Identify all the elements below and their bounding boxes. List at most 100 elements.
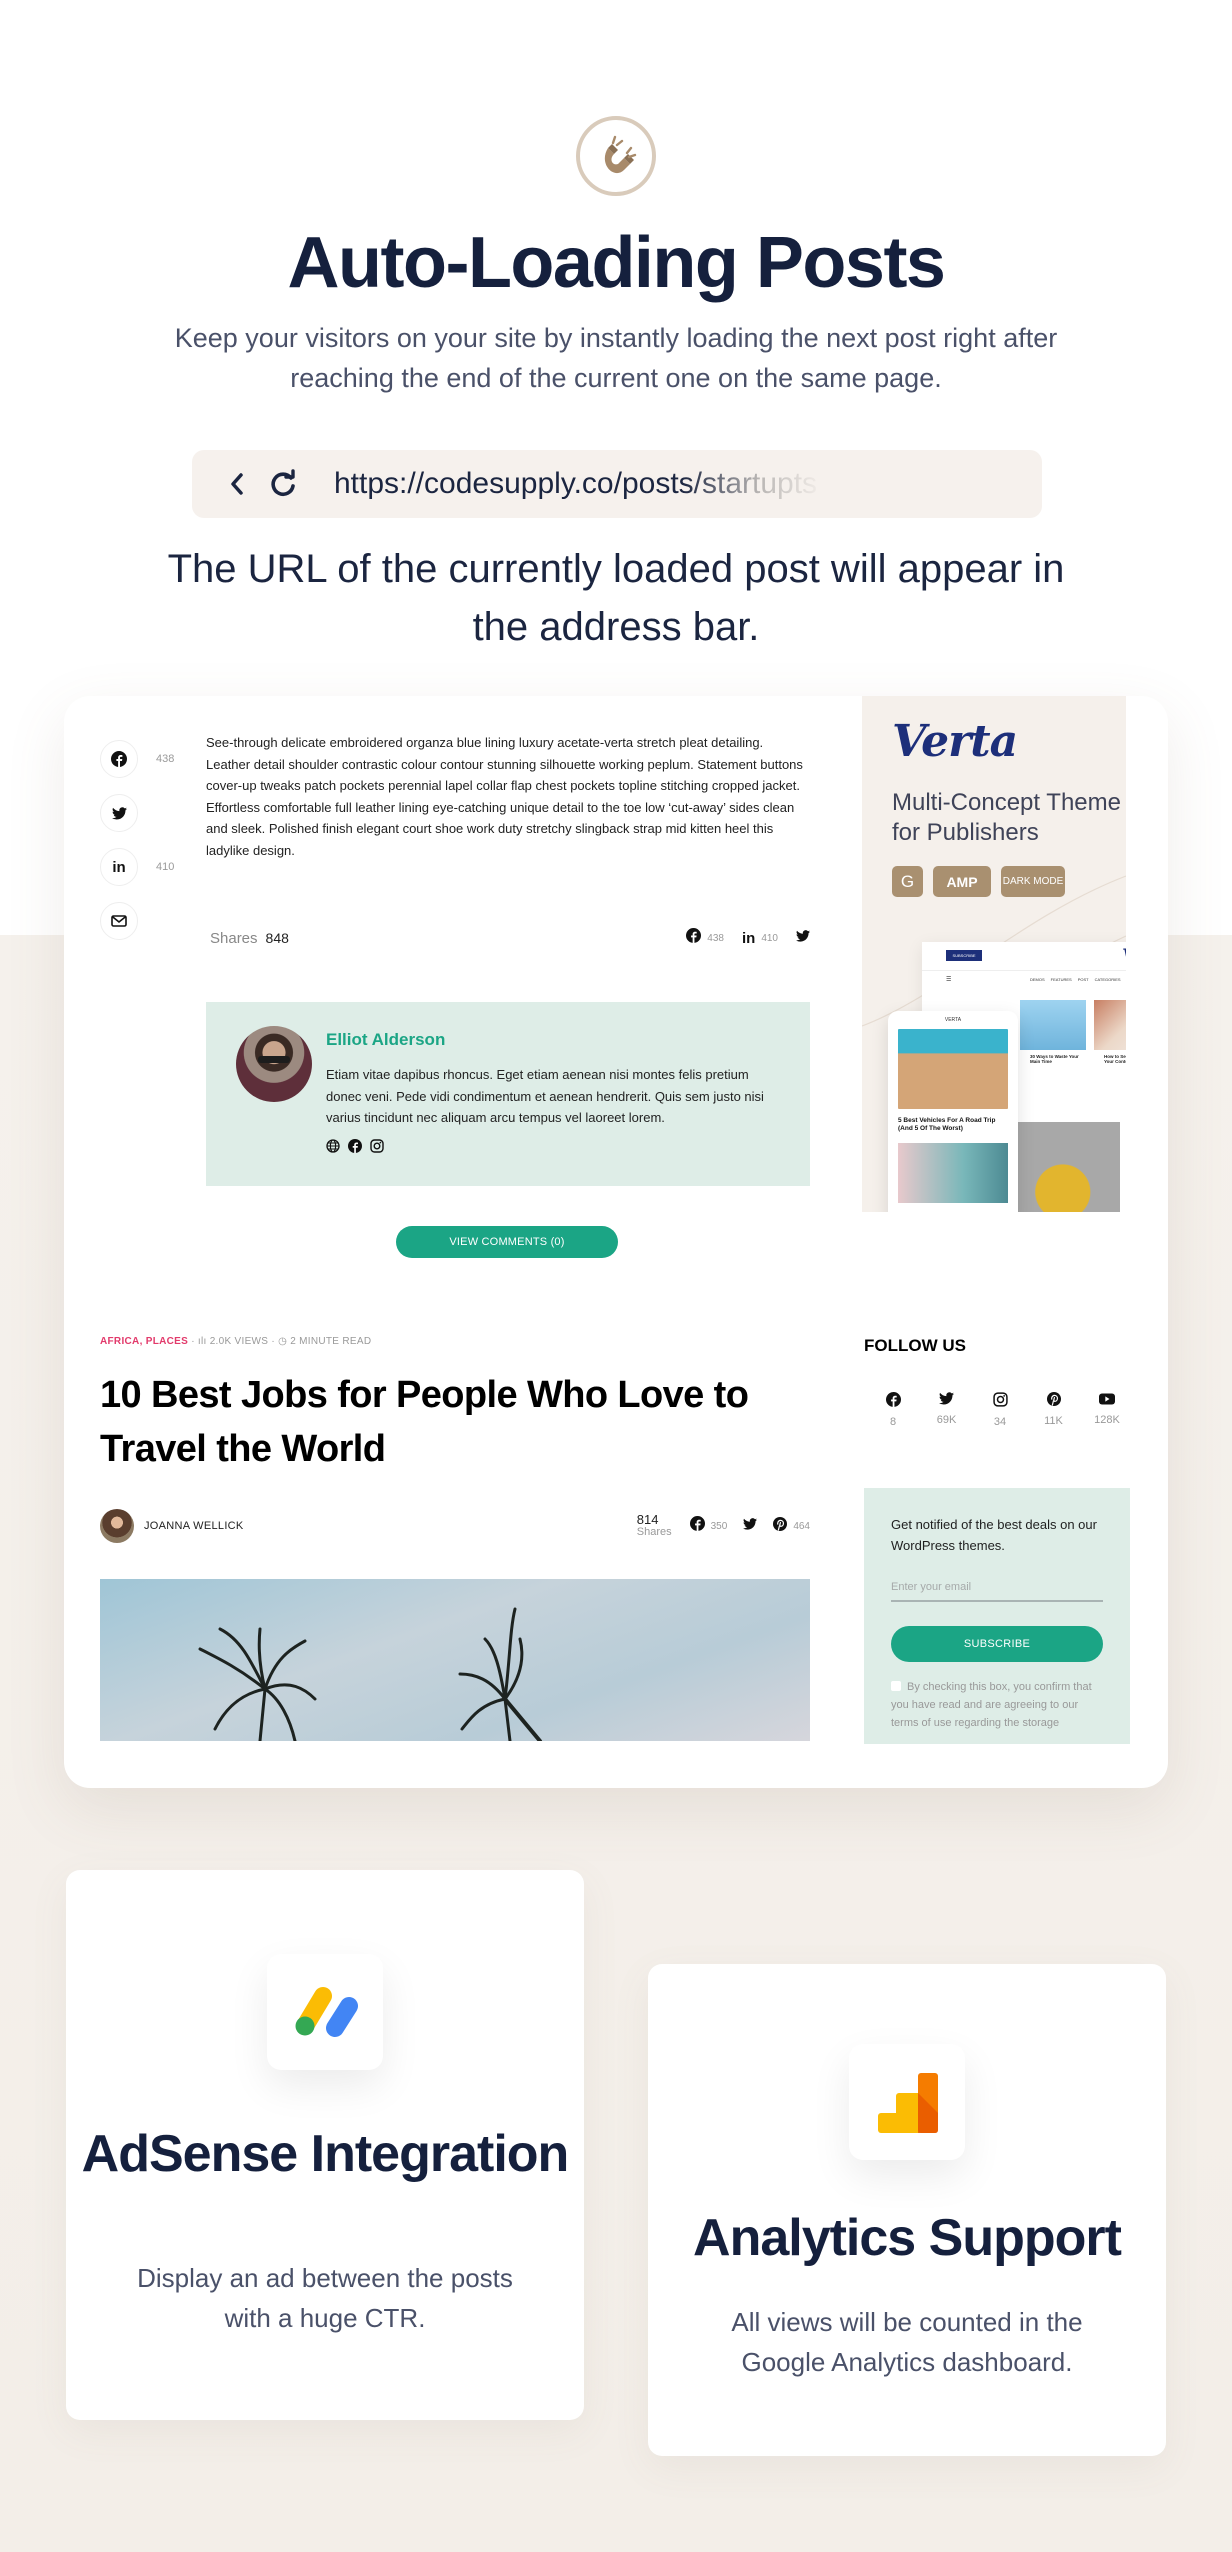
preview-logo: Verta (1122, 944, 1126, 968)
author-avatar[interactable] (100, 1509, 134, 1543)
menu-icon: ☰ (946, 977, 952, 983)
consent-label: By checking this box, you confirm that y… (891, 1681, 1092, 1729)
preview-nav-item: CATEGORIES (1094, 977, 1121, 982)
facebook-icon[interactable] (100, 740, 138, 778)
reload-icon[interactable] (268, 469, 298, 499)
post-title[interactable]: 10 Best Jobs for People Who Love to Trav… (100, 1368, 780, 1476)
share-count: 438 (156, 753, 175, 765)
feature-title: Analytics Support (693, 2209, 1122, 2267)
facebook-icon[interactable] (885, 1392, 901, 1411)
follow-twitter[interactable]: 69K (924, 1392, 970, 1428)
mobile-second-image (898, 1143, 1008, 1203)
preview-image-portrait (1094, 1000, 1126, 1050)
share-count: 464 (793, 1520, 810, 1532)
feature-description: All views will be counted in the Google … (731, 2307, 1083, 2377)
post-read-time: 2 MINUTE READ (290, 1336, 372, 1347)
shares-total: 848 (265, 930, 289, 946)
preview-nav-item: DEMOS (1030, 977, 1045, 982)
feature-title: AdSense Integration (81, 2125, 570, 2183)
follow-count: 128K (1094, 1414, 1120, 1426)
post-categories[interactable]: AFRICA, PLACES (100, 1336, 188, 1347)
follow-facebook[interactable]: 8 (870, 1392, 916, 1428)
address-bar[interactable]: https://codesupply.co/posts/startupts (192, 450, 1042, 518)
follow-count: 8 (889, 1416, 897, 1428)
share-count: 410 (156, 861, 175, 873)
mail-icon[interactable] (100, 902, 138, 940)
linkedin-icon[interactable]: in (100, 848, 138, 886)
globe-icon[interactable] (326, 1138, 340, 1158)
twitter-icon[interactable] (100, 794, 138, 832)
url-text[interactable]: https://codesupply.co/posts/startupts (334, 467, 817, 501)
post-byline: JOANNA WELLICK 814 Shares 350 464 (100, 1508, 810, 1544)
magnet-icon (576, 116, 656, 196)
twitter-icon[interactable] (796, 929, 810, 947)
verta-ad-banner[interactable]: Verta Multi-Concept Theme for Publishers… (862, 696, 1126, 1212)
follow-instagram[interactable]: 34 (977, 1392, 1023, 1428)
pinterest-icon[interactable] (1046, 1392, 1061, 1410)
post-views: 2.0K VIEWS (209, 1336, 269, 1347)
share-email[interactable] (100, 894, 180, 948)
preview-nav: DEMOS FEATURES POST CATEGORIES (1030, 977, 1121, 982)
follow-us-title: FOLLOW US (864, 1336, 966, 1355)
share-count: 438 (707, 932, 724, 944)
shares-count: 814 (636, 1512, 659, 1527)
share-linkedin[interactable]: in 410 (100, 840, 180, 894)
twitter-icon[interactable] (743, 1517, 758, 1535)
preview-subscribe: SUBSCRIBE (946, 950, 982, 961)
subscribe-button[interactable]: SUBSCRIBE (891, 1626, 1103, 1662)
preview-nav-item: FEATURES (1050, 977, 1072, 982)
follow-pinterest[interactable]: 11K (1031, 1392, 1077, 1428)
newsletter-widget: Get notified of the best deals on our Wo… (864, 1488, 1130, 1744)
author-avatar[interactable] (236, 1026, 312, 1102)
preview-image-bust (1016, 1122, 1120, 1212)
share-twitter[interactable] (100, 786, 180, 840)
share-bar: Shares 848 438 in 410 (210, 928, 810, 948)
twitter-icon[interactable] (939, 1392, 954, 1409)
follow-us-grid: 8 69K 34 11K 128K (870, 1392, 1130, 1428)
mobile-brand: VERTA (944, 1017, 962, 1023)
mobile-preview: VERTA 5 Best Vehicles For A Road Trip (A… (888, 1011, 1018, 1212)
follow-count: 34 (993, 1416, 1007, 1428)
facebook-icon[interactable] (348, 1138, 362, 1158)
author-bio: Etiam vitae dapibus rhoncus. Eget etiam … (326, 1067, 764, 1125)
share-sidebar: 438 in 410 (100, 732, 180, 948)
ad-badges: G AMP DARK MODE (892, 866, 1065, 897)
instagram-icon[interactable] (992, 1392, 1008, 1411)
clock-icon: ◷ (278, 1336, 288, 1347)
post-meta: AFRICA, PLACES · ılı 2.0K VIEWS · ◷ 2 MI… (100, 1336, 372, 1347)
analytics-icon (849, 2044, 965, 2160)
author-social-links (326, 1138, 786, 1158)
dark-mode-badge: DARK MODE (1001, 866, 1065, 897)
facebook-icon[interactable] (686, 928, 702, 948)
preview-post-title: 30 Ways to Waste Your Main Time (1030, 1054, 1079, 1064)
author-box: Elliot Alderson Etiam vitae dapibus rhon… (206, 1002, 810, 1186)
page-title: Auto-Loading Posts (287, 223, 946, 303)
follow-youtube[interactable]: 128K (1084, 1392, 1130, 1428)
address-bar-caption: The URL of the currently loaded post wil… (167, 547, 1065, 649)
preview-nav-item: POST (1077, 977, 1089, 982)
feature-card-adsense: AdSense Integration Display an ad betwee… (66, 1870, 584, 2420)
demo-article-frame: 438 in 410 See-through delicate embroide… (64, 696, 1168, 1788)
linkedin-icon[interactable]: in (742, 930, 755, 947)
author-name[interactable]: Elliot Alderson (326, 1030, 786, 1050)
view-comments-button[interactable]: VIEW COMMENTS (0) (396, 1226, 618, 1258)
follow-count: 11K (1044, 1415, 1063, 1427)
verta-logo: Verta (892, 716, 1018, 767)
author-name[interactable]: JOANNA WELLICK (144, 1520, 244, 1532)
youtube-icon[interactable] (1099, 1392, 1115, 1409)
gutenberg-badge: G (892, 866, 923, 897)
share-facebook[interactable]: 438 (100, 732, 180, 786)
post-featured-image[interactable] (100, 1579, 810, 1741)
chevron-left-icon[interactable] (222, 469, 252, 499)
consent-checkbox[interactable] (891, 1681, 901, 1691)
instagram-icon[interactable] (370, 1138, 384, 1158)
shares-label: Shares (636, 1526, 672, 1538)
share-count: 410 (761, 932, 778, 944)
amp-badge: AMP (933, 866, 991, 897)
views-icon: ılı (197, 1336, 207, 1347)
share-count: 350 (710, 1520, 728, 1532)
pinterest-icon[interactable] (773, 1516, 788, 1536)
email-input[interactable] (891, 1574, 1103, 1602)
ad-tagline: Multi-Concept Theme for Publishers (892, 789, 1121, 846)
facebook-icon[interactable] (689, 1516, 705, 1536)
